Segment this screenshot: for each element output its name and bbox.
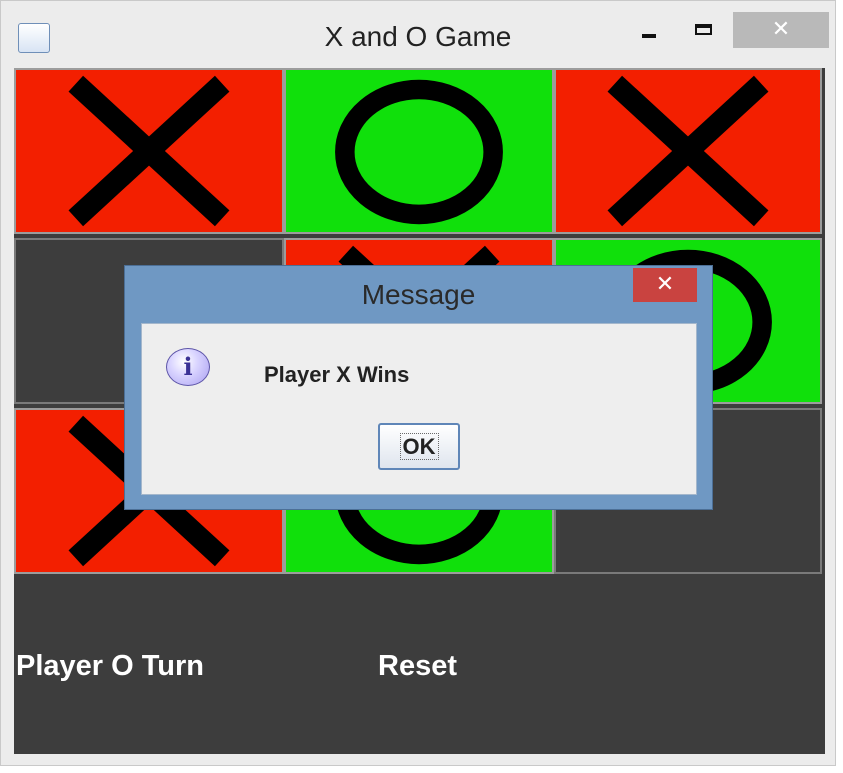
x-mark-icon (68, 75, 230, 227)
turn-label: Player O Turn (16, 650, 205, 682)
board-cell[interactable] (284, 68, 554, 234)
dialog-close-button[interactable]: ✕ (633, 268, 697, 302)
ok-button[interactable]: OK (378, 423, 460, 470)
maximize-icon[interactable] (687, 15, 721, 49)
ok-label: OK (399, 433, 439, 460)
reset-button[interactable]: Reset (378, 650, 457, 683)
title-bar: X and O Game ✕ (1, 1, 835, 65)
x-mark-icon (607, 75, 769, 227)
o-mark-icon (335, 79, 503, 225)
board-cell[interactable] (14, 68, 284, 234)
minimize-icon[interactable] (633, 15, 665, 49)
board-cell[interactable] (554, 68, 822, 234)
dialog-body: i Player X Wins OK (141, 323, 697, 495)
dialog-message: Player X Wins (264, 362, 410, 387)
info-icon: i (166, 348, 210, 386)
message-dialog: Message ✕ i Player X Wins OK (124, 265, 713, 510)
dialog-title: Message (361, 279, 476, 310)
close-button[interactable]: ✕ (733, 12, 829, 48)
